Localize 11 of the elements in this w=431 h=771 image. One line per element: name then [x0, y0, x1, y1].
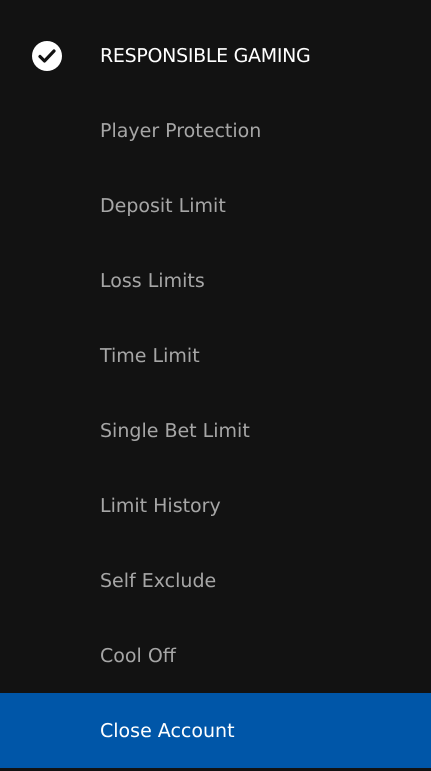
check-circle-icon: [32, 40, 62, 70]
menu-item[interactable]: Time Limit: [0, 318, 431, 393]
menu-title: RESPONSIBLE GAMING: [100, 44, 310, 66]
menu-item[interactable]: Cool Off: [0, 618, 431, 693]
menu-item[interactable]: Close Account: [0, 693, 431, 768]
menu-item[interactable]: Loss Limits: [0, 243, 431, 318]
menu-item[interactable]: Deposit Limit: [0, 168, 431, 243]
menu-item[interactable]: Limit History: [0, 468, 431, 543]
menu-item[interactable]: Player Protection: [0, 93, 431, 168]
menu-item[interactable]: Single Bet Limit: [0, 393, 431, 468]
menu-item[interactable]: Self Exclude: [0, 543, 431, 618]
